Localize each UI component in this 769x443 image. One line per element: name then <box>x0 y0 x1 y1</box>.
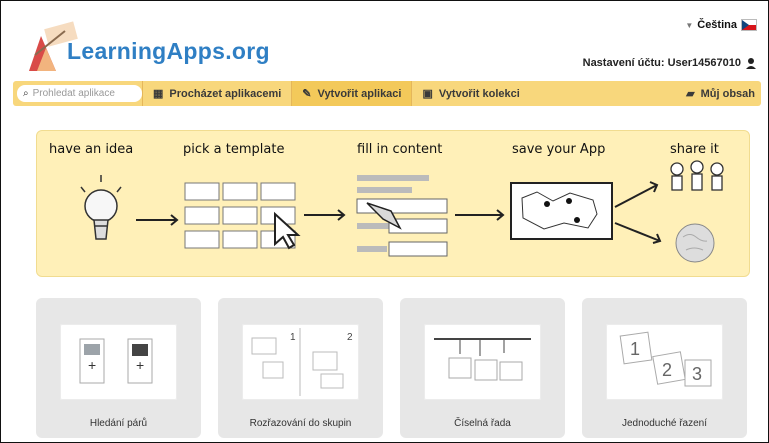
pencil-icon: ✎ <box>302 88 312 100</box>
group-assignment-thumbnail: 1 2 <box>242 324 359 400</box>
number-line-thumbnail <box>424 324 541 400</box>
svg-text:2: 2 <box>662 360 672 380</box>
svg-text:3: 3 <box>692 364 702 384</box>
lightbulb-icon <box>80 175 122 240</box>
simple-order-thumbnail: 1 2 3 <box>606 324 723 400</box>
template-cards: + + Hledání párů 1 2 Rozřazování do skup… <box>36 298 748 442</box>
account-settings[interactable]: Nastavení účtu: User14567010 <box>583 57 757 69</box>
svg-text:1: 1 <box>290 332 296 343</box>
learningapps-page: LearningApps.org ▼ Čeština Nastavení účt… <box>0 0 769 443</box>
nav-create-collection[interactable]: ▣ Vytvořit kolekci <box>411 81 529 106</box>
folder-icon: ▰ <box>686 88 695 100</box>
svg-text:+: + <box>136 357 144 373</box>
nav-browse-apps[interactable]: ▦ Procházet aplikacemi <box>142 81 291 106</box>
template-card-group-assignment[interactable]: 1 2 Rozřazování do skupin <box>218 298 383 438</box>
template-card-title: Číselná řada <box>454 418 511 429</box>
nav-create-app[interactable]: ✎ Vytvořit aplikaci <box>291 81 412 106</box>
search-icon: ⌕ <box>23 88 29 99</box>
czech-flag-icon <box>741 19 757 31</box>
logo[interactable]: LearningApps.org <box>21 13 281 77</box>
template-card-title: Rozřazování do skupin <box>249 418 352 429</box>
svg-text:+: + <box>88 357 96 373</box>
template-grid-icon <box>184 182 301 250</box>
header: LearningApps.org ▼ Čeština Nastavení účt… <box>11 9 763 79</box>
how-it-works-banner: have an idea pick a template fill in con… <box>36 130 750 277</box>
template-card-simple-order[interactable]: 1 2 3 Jednoduché řazení <box>582 298 747 438</box>
nav-my-content[interactable]: ▰ Můj obsah <box>676 81 761 106</box>
search-input[interactable]: ⌕ Prohledat aplikace <box>17 85 142 102</box>
nav-browse-label: Procházet aplikacemi <box>169 87 282 100</box>
nav-collection-label: Vytvořit kolekci <box>438 87 520 100</box>
template-card-title: Jednoduché řazení <box>621 418 708 429</box>
logo-text: LearningApps.org <box>67 38 270 64</box>
pair-matching-thumbnail: + + <box>60 324 177 400</box>
language-selector[interactable]: ▼ Čeština <box>685 19 757 31</box>
user-icon <box>746 58 756 69</box>
nav-create-label: Vytvořit aplikaci <box>317 87 402 100</box>
language-label: Čeština <box>697 19 737 31</box>
main-navigation: ⌕ Prohledat aplikace ▦ Procházet aplikac… <box>13 81 761 106</box>
search-placeholder: Prohledat aplikace <box>32 88 115 99</box>
template-card-number-line[interactable]: Číselná řada <box>400 298 565 438</box>
template-card-pair-matching[interactable]: + + Hledání párů <box>36 298 201 438</box>
people-icon <box>670 160 724 191</box>
map-icon <box>510 182 613 240</box>
collection-icon: ▣ <box>422 88 433 100</box>
grid-icon: ▦ <box>153 88 164 100</box>
template-card-title: Hledání párů <box>89 418 148 429</box>
svg-text:2: 2 <box>347 332 353 343</box>
content-form-icon <box>356 175 448 257</box>
chevron-down-icon: ▼ <box>685 20 694 30</box>
svg-text:1: 1 <box>630 339 640 359</box>
account-label: Nastavení účtu: User14567010 <box>582 57 741 69</box>
banner-illustration <box>80 160 724 263</box>
globe-icon <box>675 223 715 263</box>
nav-my-content-label: Můj obsah <box>700 87 755 100</box>
